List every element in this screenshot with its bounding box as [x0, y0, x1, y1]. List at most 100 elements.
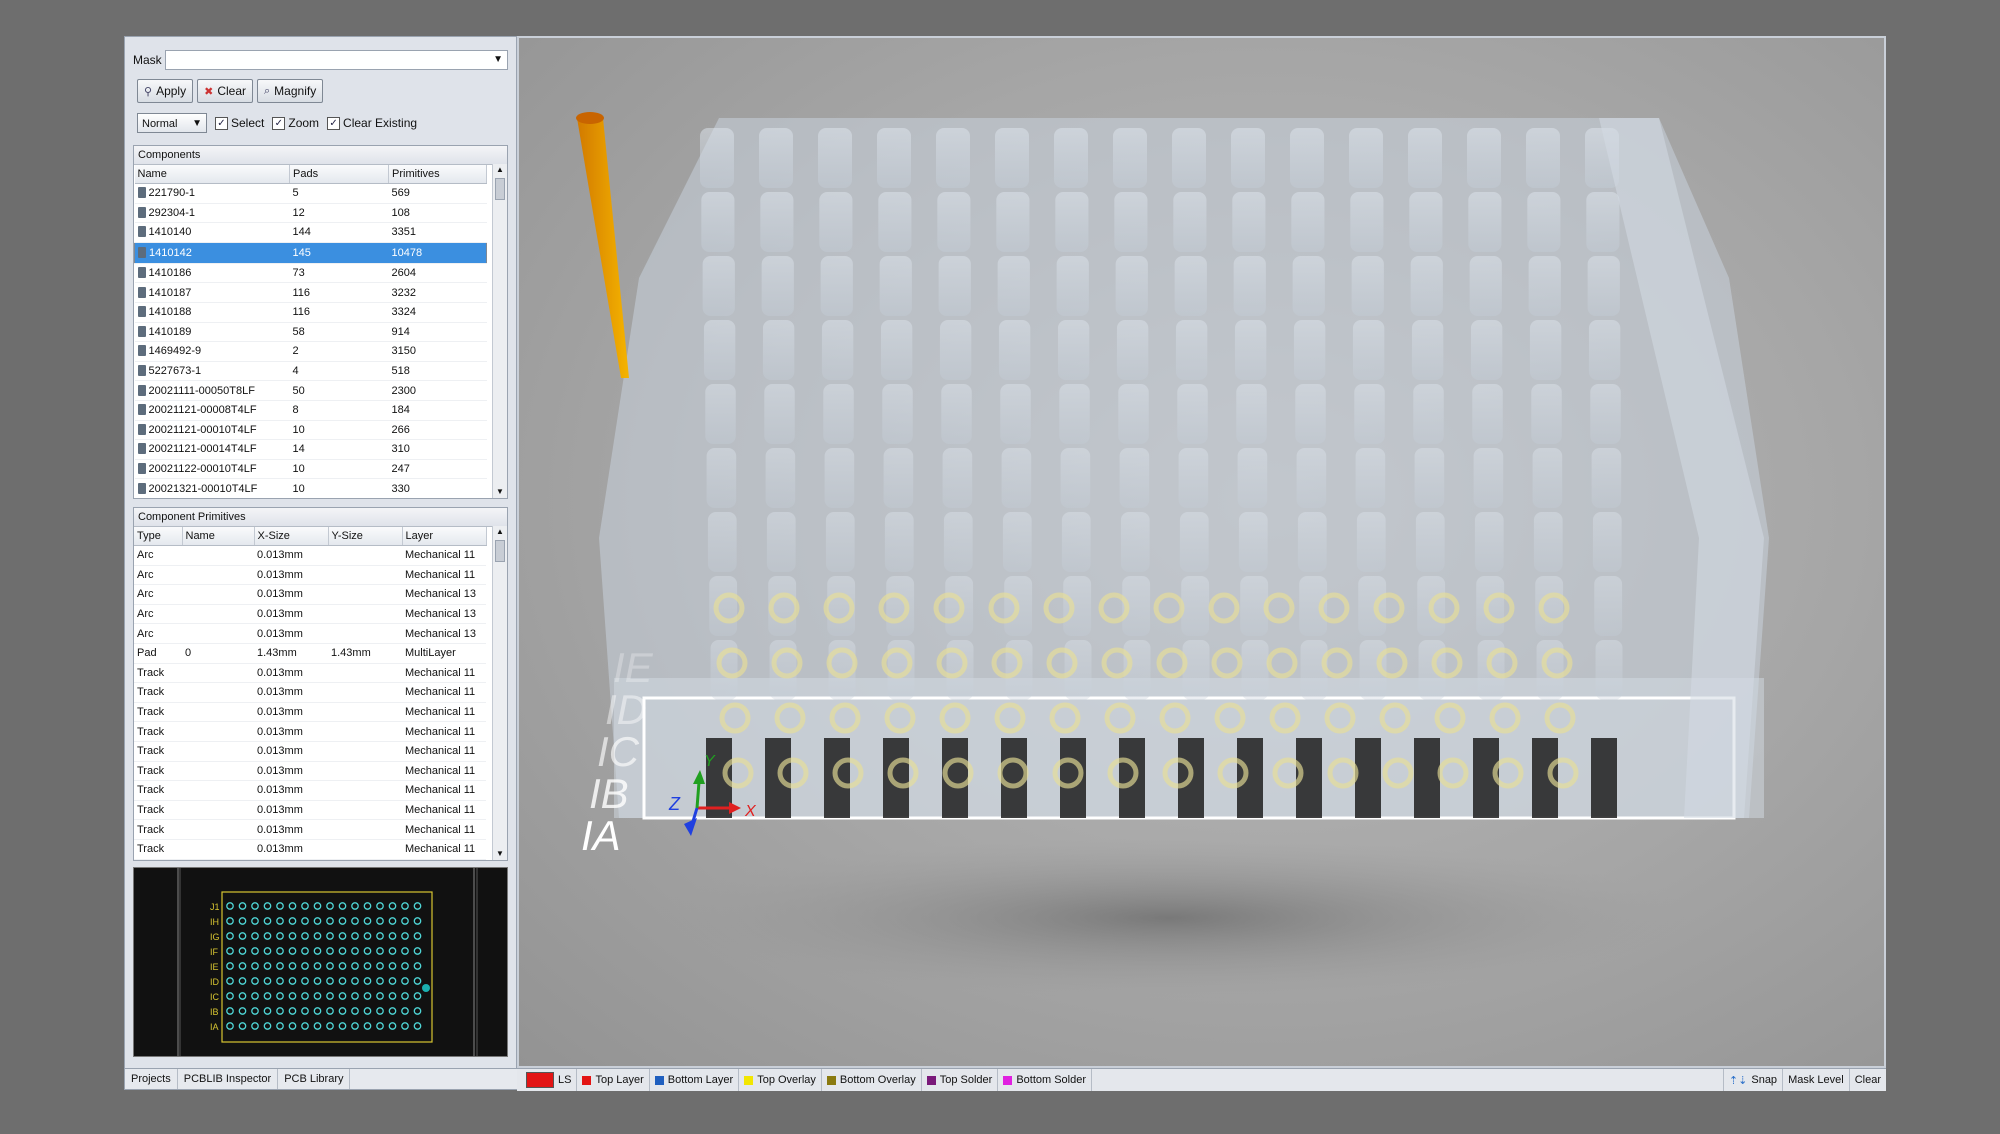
table-cell: Mechanical 11	[402, 702, 486, 723]
table-row[interactable]: Track 0.013mm Mechanical 11	[134, 721, 486, 742]
table-row[interactable]: 1410142 145 10478	[134, 242, 487, 264]
table-row[interactable]: 1410140 144 3351	[134, 222, 487, 243]
select-label: Select	[231, 116, 265, 130]
components-scrollbar[interactable]: ▲ ▼	[492, 164, 507, 498]
table-row[interactable]: 1410188 116 3324	[134, 302, 487, 323]
clear-mask-button[interactable]: Clear	[1848, 1069, 1886, 1091]
cell-text: 5227673-1	[148, 365, 202, 378]
table-cell: 1410189	[134, 322, 290, 343]
table-row[interactable]: 1410187 116 3232	[134, 282, 487, 303]
chevron-down-icon: ▼	[192, 118, 202, 129]
layer-tab[interactable]: Bottom Solder	[998, 1069, 1093, 1091]
table-row[interactable]: 20021121-00014T4LF 14 310	[134, 439, 487, 460]
column-header[interactable]: Primitives	[388, 165, 487, 184]
table-cell: 12	[289, 203, 389, 224]
table-row[interactable]: 20021321-00010T4LF 10 330	[134, 478, 487, 498]
chevron-down-icon[interactable]: ▼	[493, 54, 503, 65]
magnify-button[interactable]: ⌕ Magnify	[257, 79, 324, 103]
apply-button[interactable]: ⚲ Apply	[137, 79, 194, 103]
table-row[interactable]: 20021121-00010T4LF 10 266	[134, 420, 487, 441]
scroll-down-icon[interactable]: ▼	[493, 486, 507, 498]
table-row[interactable]: Arc 0.013mm Mechanical 13	[134, 604, 486, 625]
scroll-up-icon[interactable]: ▲	[493, 164, 507, 176]
primitives-scrollbar[interactable]: ▲ ▼	[492, 526, 507, 860]
component-preview[interactable]: J1 IH IG IF IE ID IC IB IA	[133, 867, 508, 1057]
pin-segment	[1469, 256, 1502, 316]
column-header[interactable]: Layer	[402, 527, 487, 546]
table-row[interactable]: 1410186 73 2604	[134, 263, 487, 284]
mask-level-button[interactable]: Mask Level	[1782, 1069, 1849, 1091]
row-label: IB	[210, 1007, 219, 1017]
table-row[interactable]: 1469492-9 2 3150	[134, 341, 487, 362]
table-row[interactable]: Track 0.013mm Mechanical 11	[134, 800, 486, 821]
scroll-up-icon[interactable]: ▲	[493, 526, 507, 538]
tab-pcblib-inspector[interactable]: PCBLIB Inspector	[178, 1069, 279, 1089]
column-header[interactable]: Pads	[289, 165, 389, 184]
zoom-checkbox[interactable]: ✓ Zoom	[272, 116, 319, 130]
cell-text: 10	[292, 423, 305, 436]
table-row[interactable]: Track 0.013mm Mechanical 11	[134, 741, 486, 762]
table-row[interactable]: Track 0.013mm Mechanical 11	[134, 839, 486, 860]
column-header[interactable]: Type	[134, 527, 183, 546]
table-row[interactable]: Track 0.013mm Mechanical 11	[134, 663, 486, 684]
cell-text: 3150	[391, 345, 416, 358]
snap-button[interactable]: ⇡⇣ Snap	[1722, 1069, 1782, 1091]
mask-combobox[interactable]: ▼	[165, 50, 508, 70]
pin-tail	[1591, 738, 1617, 818]
table-row[interactable]: Pad 0 1.43mm 1.43mm MultiLayer	[134, 643, 486, 664]
table-row[interactable]: Arc 0.013mm Mechanical 11	[134, 565, 486, 586]
table-row[interactable]: Track 0.013mm Mechanical 11	[134, 702, 486, 723]
layer-tab[interactable]: Top Overlay	[739, 1069, 822, 1091]
scroll-thumb[interactable]	[495, 540, 505, 562]
table-row[interactable]: 221790-1 5 569	[134, 183, 487, 204]
table-row[interactable]: 20021121-00008T4LF 8 184	[134, 400, 487, 421]
pad-marker	[301, 1007, 309, 1015]
column-header[interactable]: Y-Size	[328, 527, 403, 546]
layer-color-swatch	[582, 1075, 592, 1085]
scroll-thumb[interactable]	[495, 178, 505, 200]
layer-tab[interactable]: Top Solder	[922, 1069, 999, 1091]
layer-tab[interactable]: Bottom Layer	[650, 1069, 740, 1091]
table-cell: 4	[289, 361, 389, 382]
table-cell: 20021121-00010T4LF	[134, 420, 290, 441]
column-header[interactable]: Name	[134, 165, 290, 184]
select-checkbox[interactable]: ✓ Select	[215, 116, 264, 130]
table-cell: Mechanical 11	[402, 721, 486, 742]
layer-tab[interactable]: Top Layer	[577, 1069, 650, 1091]
table-row[interactable]: Track 0.013mm Mechanical 11	[134, 819, 486, 840]
components-table: Name Pads Primitives 221790-1 5 569 292304-1 1…	[134, 165, 487, 498]
check-icon: ✓	[272, 116, 286, 130]
tab-projects[interactable]: Projects	[125, 1069, 178, 1089]
table-row[interactable]: 1410189 58 914	[134, 322, 487, 343]
table-row[interactable]: Track 0.013mm Mechanical 11	[134, 761, 486, 782]
scroll-down-icon[interactable]: ▼	[493, 848, 507, 860]
layer-tab[interactable]: Bottom Overlay	[822, 1069, 922, 1091]
table-row[interactable]: 20021122-00010T4LF 10 247	[134, 459, 487, 480]
table-cell: 914	[388, 322, 487, 343]
clear-existing-checkbox[interactable]: ✓ Clear Existing	[327, 116, 417, 130]
current-layer-indicator[interactable]: LS	[517, 1069, 578, 1091]
tab-pcb-library[interactable]: PCB Library	[278, 1069, 351, 1089]
layer-color-swatch	[826, 1075, 836, 1085]
table-row[interactable]: Arc 0.013mm Mechanical 13	[134, 584, 486, 605]
table-cell: 569	[388, 183, 487, 204]
table-row[interactable]: Track 0.013mm Mechanical 11	[134, 682, 486, 703]
pad-marker	[313, 1007, 322, 1015]
table-row[interactable]: Arc 0.013mm Mechanical 11	[134, 545, 486, 566]
table-cell: 292304-1	[134, 203, 290, 224]
column-header[interactable]: Name	[182, 527, 255, 546]
axis-y-label: Y	[704, 753, 716, 770]
table-row[interactable]: Track 0.013mm Mechanical 11	[134, 780, 486, 801]
pin-segment	[878, 192, 912, 252]
table-row[interactable]: 20021111-00050T8LF 50 2300	[134, 380, 487, 401]
table-row[interactable]: 292304-1 12 108	[134, 203, 487, 224]
table-row[interactable]: 5227673-1 4 518	[134, 361, 487, 382]
mask-mode-select[interactable]: Normal ▼	[137, 113, 207, 133]
clear-existing-label: Clear Existing	[343, 116, 418, 130]
3d-viewport[interactable]: IA IB IC ID IE X Y Z	[517, 36, 1886, 1068]
pad-marker	[376, 917, 384, 925]
pad-marker	[251, 1022, 259, 1030]
clear-button[interactable]: ✖ Clear	[197, 79, 253, 103]
column-header[interactable]: X-Size	[254, 527, 329, 546]
table-row[interactable]: Arc 0.013mm Mechanical 13	[134, 623, 486, 644]
